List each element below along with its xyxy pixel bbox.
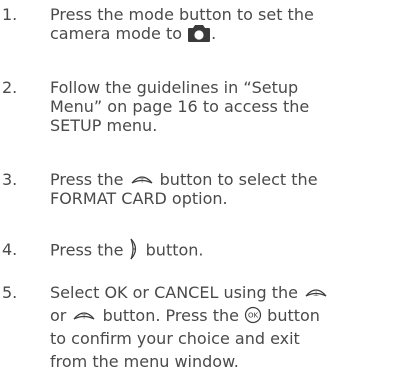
step-line: Menu” on page 16 to access the [50, 97, 310, 116]
step-line: Press the [50, 170, 124, 189]
step-text: Follow the guidelines in “Setup Menu” on… [50, 78, 393, 135]
step-line-with-icon: camera mode to . [50, 24, 393, 45]
up-dial-icon: ⊥ [303, 286, 329, 298]
step-line: camera mode to [50, 24, 183, 43]
step-line: or [50, 306, 67, 325]
step-line: Follow the guidelines in “Setup [50, 78, 299, 97]
step-line: from the menu window. [50, 352, 239, 371]
step-text: Press the button. [50, 238, 393, 262]
camera-icon [187, 23, 211, 43]
step-line: button [267, 306, 320, 325]
down-dial-icon: ⊤ [129, 173, 155, 185]
step-line: button to select the [159, 170, 318, 189]
step-line: SETUP menu. [50, 116, 158, 135]
step-text: Press the mode button to set the camera … [50, 5, 393, 45]
svg-text:⊤: ⊤ [138, 177, 144, 185]
step-line: button. Press the [102, 306, 239, 325]
step-line: Press the mode button to set the [50, 5, 314, 24]
step-number: 2. [2, 78, 18, 97]
down-dial-icon: ⊤ [71, 309, 97, 321]
step-line: Select OK or CANCEL using the [50, 283, 298, 302]
step-number: 4. [2, 240, 18, 259]
step-text: Select OK or CANCEL using the ⊥ or ⊤ but… [50, 281, 393, 373]
step-number: 5. [2, 283, 18, 302]
svg-text:⊤: ⊤ [81, 313, 87, 321]
svg-text:OK: OK [248, 311, 259, 319]
step-line-with-icon: Press the button. [50, 238, 393, 262]
svg-text:⊥: ⊥ [313, 290, 319, 298]
step-number: 1. [2, 5, 18, 24]
step-line: button. [145, 240, 204, 260]
step-line: Press the [50, 240, 124, 260]
step-line-with-icon: or ⊤ button. Press the OK button [50, 304, 393, 327]
step-line-with-icon: Press the ⊤ button to select the [50, 170, 393, 189]
step-line: FORMAT CARD option. [50, 189, 228, 208]
step-line-with-icon: Select OK or CANCEL using the ⊥ [50, 281, 393, 304]
menu-button-icon [129, 238, 141, 260]
step-text: Press the ⊤ button to select the FORMAT … [50, 170, 393, 208]
step-line: to confirm your choice and exit [50, 329, 300, 348]
step-line: . [211, 24, 217, 43]
step-number: 3. [2, 170, 18, 189]
ok-button-icon: OK [244, 306, 262, 324]
